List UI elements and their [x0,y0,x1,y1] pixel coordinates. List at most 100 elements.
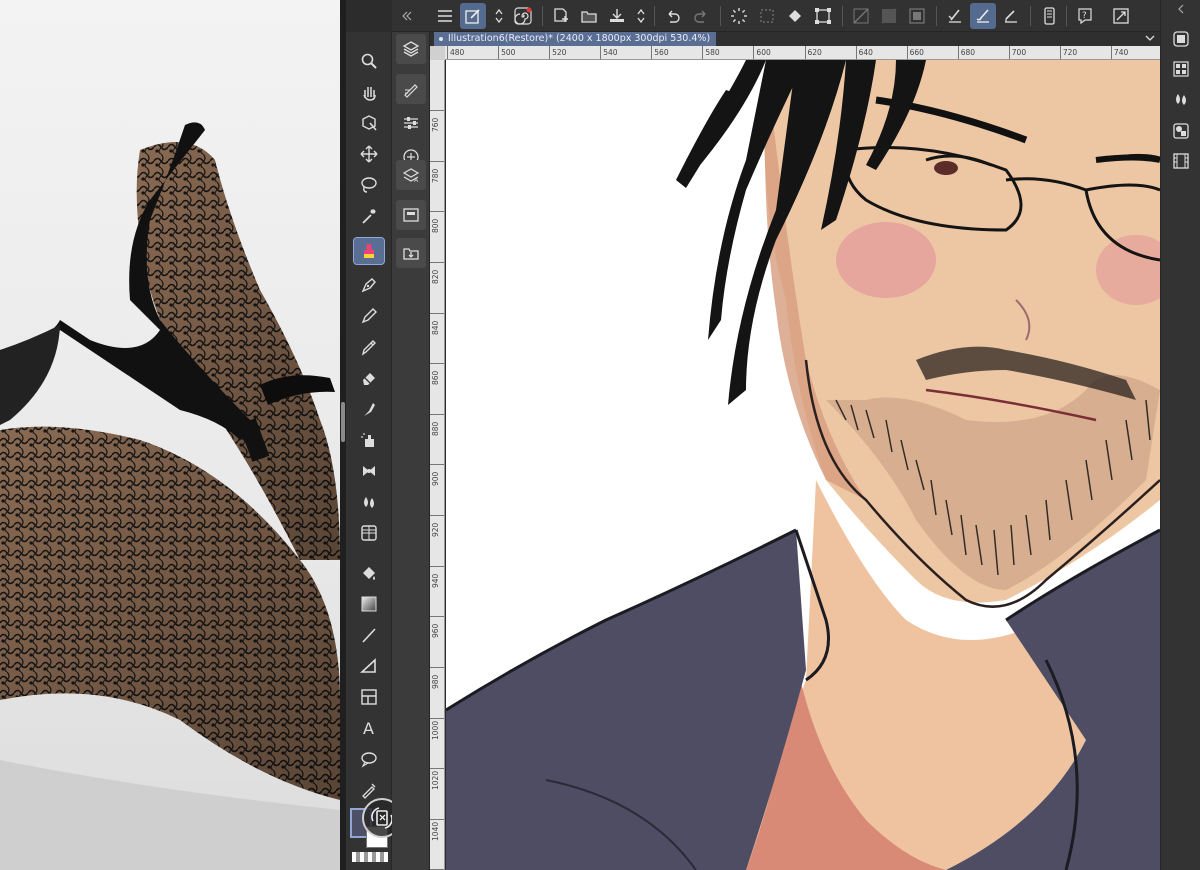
fill-icon [789,10,801,22]
blend-icon[interactable] [354,396,384,422]
ruler-h-tick-label: 560 [654,48,669,57]
ruler-h-tick-label: 480 [450,48,465,57]
ruler-v-tick [430,261,444,263]
panel-icon[interactable] [354,684,384,710]
device-button[interactable] [1036,3,1062,29]
grid-button[interactable] [904,3,930,29]
fill-bucket-icon[interactable] [354,560,384,586]
navigator-button[interactable] [396,200,426,230]
ruler-v-tick [430,464,444,466]
document-tab-strip: Illustration6(Restore)* (2400 x 1800px 3… [430,32,1160,46]
frame-icon[interactable] [354,520,384,546]
layer-palette-button[interactable] [396,34,426,64]
balloon-icon[interactable] [354,746,384,772]
fill-button[interactable] [782,3,808,29]
open-icon [581,11,597,23]
object-select-icon[interactable] [354,110,384,136]
ruler-v-tick [430,312,444,314]
hand-icon[interactable] [354,79,384,105]
move-icon[interactable] [354,141,384,167]
loading-icon [731,8,747,24]
svg-text:?: ? [1082,11,1087,21]
pen-icon [1005,10,1017,23]
grid-icon [909,8,925,24]
unsaved-dot-icon [439,37,443,41]
material-button[interactable]: A [396,160,426,190]
transform-button[interactable] [810,3,836,29]
dropper-icon[interactable] [354,334,384,360]
split-handle[interactable] [341,402,345,442]
eraser-icon[interactable] [354,365,384,391]
shape-icon[interactable] [354,653,384,679]
text-icon[interactable]: A [354,715,384,741]
ruler-v-tick [430,565,444,567]
transparent-color-swatch[interactable] [352,852,388,862]
undo-button[interactable] [660,3,686,29]
ruler-h-tick [447,46,448,59]
panel-animation-button[interactable] [1170,150,1192,172]
save-button[interactable] [604,3,630,29]
pen-button[interactable] [998,3,1024,29]
snap-button[interactable] [876,3,902,29]
collapse-left-button[interactable] [394,3,420,29]
panel-colorset-button[interactable] [1170,58,1192,80]
ruler-v-tick [430,818,444,820]
magnifier-icon[interactable] [354,48,384,74]
panel-blur-button[interactable] [1170,88,1192,110]
tab-dropdown-icon[interactable] [1144,33,1156,46]
decoration-icon[interactable] [354,458,384,484]
sort-button[interactable] [486,3,512,29]
pen-stabilizer-button[interactable] [942,3,968,29]
svg-text:A: A [414,177,419,184]
airbrush-icon[interactable] [354,427,384,453]
loading-button[interactable] [726,3,752,29]
chevron-left-icon [1178,4,1184,14]
ruler-v-tick-label: 1040 [431,821,440,841]
magic-wand-icon[interactable] [354,203,384,229]
gradient-icon[interactable] [354,591,384,617]
layer-square-icon [1173,31,1189,47]
quick-access-button[interactable] [460,3,486,29]
new-canvas-button[interactable] [548,3,574,29]
blur-icon[interactable] [354,489,384,515]
tool-property-button[interactable] [396,108,426,138]
ruler-h-tick-label: 500 [501,48,516,57]
pen-tool-icon[interactable] [354,272,384,298]
save-options-button[interactable] [628,3,654,29]
spiral-button[interactable] [510,3,536,29]
save-icon [610,9,624,22]
color-grid-icon [1173,61,1189,77]
collapse-right-button[interactable] [1170,2,1192,16]
ruler-h-tick-label: 680 [960,48,976,57]
menu-button[interactable] [432,3,458,29]
selection-icon [760,9,774,23]
ruler-v-tick-label: 980 [431,674,440,689]
lasso-icon[interactable] [354,172,384,198]
help-button[interactable]: ? [1072,3,1098,29]
redo-button[interactable] [688,3,714,29]
ruler-v-tick [430,666,444,668]
brush-active-icon [976,9,989,23]
import-button[interactable] [396,238,426,268]
panel-sublayer-button[interactable] [1170,120,1192,142]
reference-photo [0,0,340,870]
brush-active-button[interactable] [970,3,996,29]
eyedropper-brush-icon[interactable] [353,237,385,265]
ruler-h-tick-label: 620 [807,48,822,57]
ruler-v-tick-label: 960 [431,623,440,639]
pencil-tool-icon[interactable] [354,303,384,329]
panel-layer-button[interactable] [1170,28,1192,50]
ruler-v-tick [430,160,444,162]
fullscreen-button[interactable] [1108,3,1134,29]
line-icon[interactable] [354,622,384,648]
ruler-button[interactable] [848,3,874,29]
ruler-v-tick-label: 860 [431,370,440,386]
open-button[interactable] [576,3,602,29]
brush-size-button[interactable] [396,74,426,104]
selection-button[interactable] [754,3,780,29]
ruler-h-tick [957,46,959,59]
document-tab[interactable]: Illustration6(Restore)* (2400 x 1800px 3… [434,32,717,46]
ruler-h-tick [804,46,806,59]
drawing-canvas[interactable] [446,60,1160,870]
sub-tool-palette: A [392,32,430,870]
